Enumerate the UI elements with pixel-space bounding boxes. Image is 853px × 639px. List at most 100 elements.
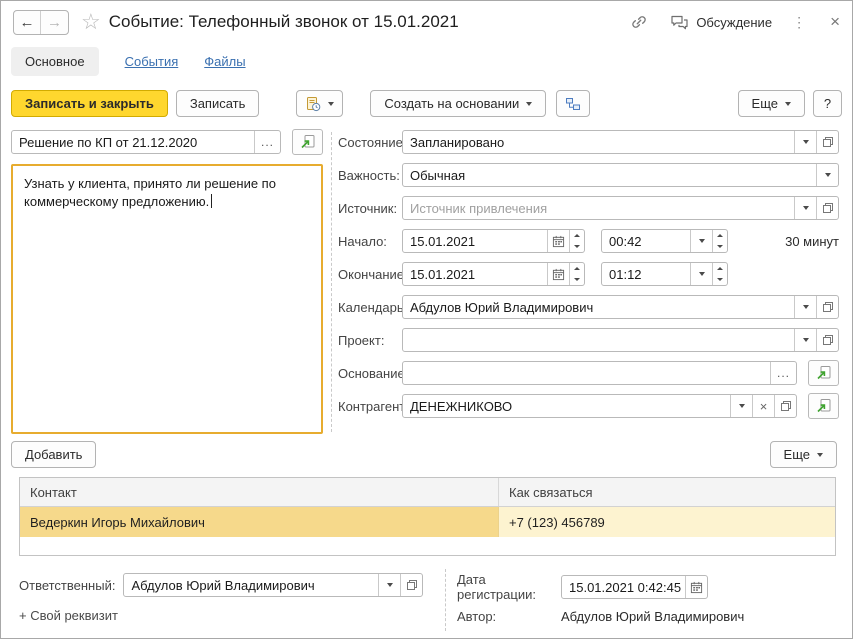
start-date-calendar-button[interactable] xyxy=(547,230,569,252)
end-date-field[interactable]: 15.01.2021 xyxy=(402,262,585,286)
registration-date-calendar-button[interactable] xyxy=(685,576,707,598)
open-window-icon xyxy=(822,136,834,148)
end-time-dropdown-button[interactable] xyxy=(690,263,712,285)
counterparty-clear-button[interactable]: × xyxy=(752,395,774,417)
subject-value[interactable]: Решение по КП от 21.12.2020 xyxy=(12,131,254,153)
importance-value[interactable]: Обычная xyxy=(403,164,816,186)
column-header-how-to-contact[interactable]: Как связаться xyxy=(499,478,835,506)
forward-button[interactable]: → xyxy=(41,11,68,34)
counterparty-goto-button[interactable] xyxy=(808,393,839,419)
contact-phone-cell[interactable]: +7 (123) 456789 xyxy=(499,507,835,537)
registration-date-field[interactable]: 15.01.2021 0:42:45 xyxy=(561,575,708,599)
back-button[interactable]: ← xyxy=(14,11,41,34)
responsible-open-button[interactable] xyxy=(400,574,422,596)
start-date-field[interactable]: 15.01.2021 xyxy=(402,229,585,253)
chevron-down-icon xyxy=(803,305,809,309)
start-time-spinner[interactable] xyxy=(712,230,727,252)
basis-field[interactable]: ... xyxy=(402,361,797,385)
end-time-field[interactable]: 01:12 xyxy=(601,262,728,286)
responsible-value[interactable]: Абдулов Юрий Владимирович xyxy=(124,574,378,596)
state-value[interactable]: Запланировано xyxy=(403,131,794,153)
calendar-open-button[interactable] xyxy=(816,296,838,318)
responsible-field[interactable]: Абдулов Юрий Владимирович xyxy=(123,573,423,597)
spinner-up-icon[interactable] xyxy=(713,230,727,241)
end-time-value[interactable]: 01:12 xyxy=(602,263,690,285)
start-date-value[interactable]: 15.01.2021 xyxy=(403,230,547,252)
counterparty-value[interactable]: ДЕНЕЖНИКОВО xyxy=(403,395,730,417)
end-date-calendar-button[interactable] xyxy=(547,263,569,285)
description-textarea[interactable]: Узнать у клиента, принято ли решение по … xyxy=(11,164,323,434)
importance-dropdown-button[interactable] xyxy=(816,164,838,186)
spinner-down-icon[interactable] xyxy=(713,241,727,252)
column-header-contact[interactable]: Контакт xyxy=(20,478,499,506)
discussion-label: Обсуждение xyxy=(696,15,772,30)
source-row: Источник: Источник привлечения xyxy=(338,196,839,220)
basis-value[interactable] xyxy=(403,362,770,384)
discussion-button[interactable]: Обсуждение xyxy=(670,14,772,31)
state-row: Состояние: Запланировано xyxy=(338,130,839,154)
project-field[interactable] xyxy=(402,328,839,352)
help-button[interactable]: ? xyxy=(813,90,842,117)
counterparty-field[interactable]: ДЕНЕЖНИКОВО × xyxy=(402,394,797,418)
add-custom-attribute-link[interactable]: + Свой реквизит xyxy=(19,608,118,623)
subordination-structure-button[interactable] xyxy=(556,90,590,117)
create-based-on-button[interactable]: Создать на основании xyxy=(370,90,546,117)
source-field[interactable]: Источник привлечения xyxy=(402,196,839,220)
end-date-spinner[interactable] xyxy=(569,263,584,285)
spinner-up-icon[interactable] xyxy=(570,230,584,241)
spinner-down-icon[interactable] xyxy=(713,274,727,285)
calendar-dropdown-button[interactable] xyxy=(794,296,816,318)
tab-files[interactable]: Файлы xyxy=(204,54,245,69)
more-menu-icon[interactable]: ⋮ xyxy=(792,14,806,31)
calendar-field[interactable]: Абдулов Юрий Владимирович xyxy=(402,295,839,319)
counterparty-dropdown-button[interactable] xyxy=(730,395,752,417)
contacts-more-button[interactable]: Еще xyxy=(770,441,837,468)
registration-date-value[interactable]: 15.01.2021 0:42:45 xyxy=(562,576,685,598)
spinner-up-icon[interactable] xyxy=(570,263,584,274)
tab-events[interactable]: События xyxy=(125,54,179,69)
project-dropdown-button[interactable] xyxy=(794,329,816,351)
text-caret xyxy=(211,194,212,208)
subject-select-button[interactable]: ... xyxy=(254,131,280,153)
importance-field[interactable]: Обычная xyxy=(402,163,839,187)
discussion-bubbles-icon xyxy=(670,14,689,31)
contact-name-cell[interactable]: Ведеркин Игорь Михайлович xyxy=(20,507,499,537)
spinner-up-icon[interactable] xyxy=(713,263,727,274)
close-icon[interactable]: × xyxy=(830,12,840,32)
clear-x-icon: × xyxy=(760,399,768,414)
link-icon[interactable] xyxy=(630,13,648,31)
source-placeholder[interactable]: Источник привлечения xyxy=(403,197,794,219)
save-button[interactable]: Записать xyxy=(176,90,260,117)
source-open-button[interactable] xyxy=(816,197,838,219)
calendar-value[interactable]: Абдулов Юрий Владимирович xyxy=(403,296,794,318)
start-time-field[interactable]: 00:42 xyxy=(601,229,728,253)
table-row[interactable]: Ведеркин Игорь Михайлович +7 (123) 45678… xyxy=(20,507,835,537)
project-open-button[interactable] xyxy=(816,329,838,351)
source-dropdown-button[interactable] xyxy=(794,197,816,219)
favorite-star-icon[interactable]: ☆ xyxy=(81,11,101,33)
end-time-spinner[interactable] xyxy=(712,263,727,285)
project-value[interactable] xyxy=(403,329,794,351)
basis-open-button[interactable] xyxy=(808,360,839,386)
start-time-value[interactable]: 00:42 xyxy=(602,230,690,252)
counterparty-open-button[interactable] xyxy=(774,395,796,417)
tab-main[interactable]: Основное xyxy=(11,47,99,76)
state-open-button[interactable] xyxy=(816,131,838,153)
state-dropdown-button[interactable] xyxy=(794,131,816,153)
basis-select-button[interactable]: ... xyxy=(770,362,796,384)
save-and-close-button[interactable]: Записать и закрыть xyxy=(11,90,168,117)
subject-field[interactable]: Решение по КП от 21.12.2020 ... xyxy=(11,130,281,154)
chevron-down-icon xyxy=(699,239,705,243)
calendar-label: Календарь: xyxy=(338,300,402,315)
reminder-button[interactable] xyxy=(296,90,343,117)
add-contact-button[interactable]: Добавить xyxy=(11,441,96,468)
toolbar-more-button[interactable]: Еще xyxy=(738,90,805,117)
subject-open-button[interactable] xyxy=(292,129,323,155)
start-date-spinner[interactable] xyxy=(569,230,584,252)
spinner-down-icon[interactable] xyxy=(570,274,584,285)
responsible-dropdown-button[interactable] xyxy=(378,574,400,596)
spinner-down-icon[interactable] xyxy=(570,241,584,252)
state-field[interactable]: Запланировано xyxy=(402,130,839,154)
end-date-value[interactable]: 15.01.2021 xyxy=(403,263,547,285)
start-time-dropdown-button[interactable] xyxy=(690,230,712,252)
